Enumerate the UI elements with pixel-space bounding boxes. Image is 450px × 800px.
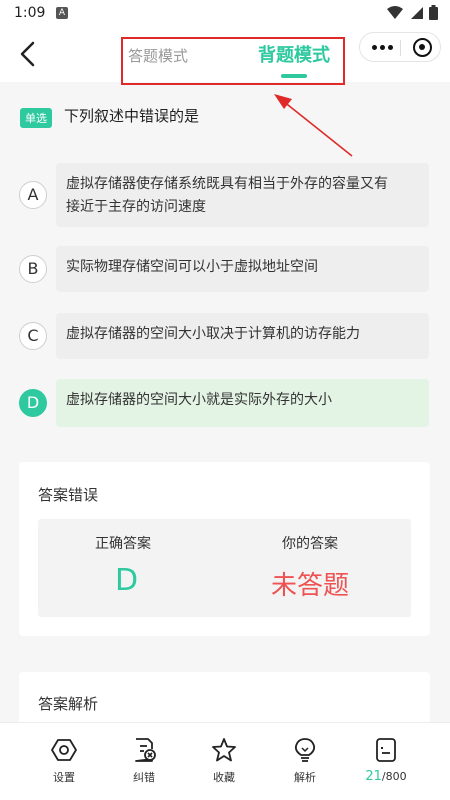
report-error-icon xyxy=(135,738,156,762)
option-a-letter[interactable]: A xyxy=(19,181,47,209)
lightbulb-icon xyxy=(294,738,316,762)
total-question-count: /800 xyxy=(381,770,407,783)
correct-answer-value: D xyxy=(115,563,139,598)
question-text: 下列叙述中错误的是 xyxy=(64,107,200,125)
tab-recite-mode[interactable]: 背题模式 xyxy=(258,41,330,67)
toolbar-favorite[interactable]: 收藏 xyxy=(194,737,254,785)
toolbar-explanation[interactable]: 解析 xyxy=(275,737,335,785)
toolbar-report-error[interactable]: 纠错 xyxy=(114,737,174,785)
bottom-toolbar: 设置 纠错 收藏 解析 21/800 xyxy=(0,722,450,800)
navigation-bar: 答题模式 背题模式 xyxy=(0,26,450,85)
more-options-icon[interactable] xyxy=(372,45,393,50)
option-a-text-line-2: 接近于主存的访问速度 xyxy=(66,199,206,215)
capsule-divider xyxy=(400,40,401,56)
option-b-letter[interactable]: B xyxy=(19,255,47,283)
active-tab-indicator xyxy=(281,74,307,78)
option-b[interactable]: 实际物理存储空间可以小于虚拟地址空间 xyxy=(56,246,429,292)
option-d-text: 虚拟存储器的空间大小就是实际外存的大小 xyxy=(66,392,332,408)
question-type-badge: 单选 xyxy=(20,108,52,128)
option-c-text: 虚拟存储器的空间大小取决于计算机的访存能力 xyxy=(66,326,360,342)
option-c-letter[interactable]: C xyxy=(19,322,47,350)
answer-comparison: 正确答案 你的答案 D 未答题 xyxy=(38,519,411,617)
your-answer-label: 你的答案 xyxy=(282,536,338,552)
your-answer-value: 未答题 xyxy=(271,571,350,601)
wifi-icon xyxy=(387,5,403,19)
toolbar-question-progress[interactable]: 21/800 xyxy=(356,737,416,784)
option-b-text: 实际物理存储空间可以小于虚拟地址空间 xyxy=(66,259,318,275)
toolbar-settings[interactable]: 设置 xyxy=(34,737,94,785)
tab-answer-mode[interactable]: 答题模式 xyxy=(128,45,188,66)
question-list-icon xyxy=(376,738,396,762)
current-question-number: 21 xyxy=(365,769,382,784)
status-time: 1:09 xyxy=(14,5,46,21)
miniprogram-capsule xyxy=(359,32,441,62)
star-icon xyxy=(212,738,236,762)
annotation-arrow xyxy=(274,94,353,157)
option-d-letter[interactable]: D xyxy=(19,389,47,417)
option-a[interactable]: 虚拟存储器使存储系统既具有相当于外存的容量又有 接近于主存的访问速度 xyxy=(56,163,429,227)
answer-result-card: 答案错误 正确答案 你的答案 D 未答题 xyxy=(19,462,430,636)
back-arrow-icon[interactable] xyxy=(16,40,40,68)
option-c[interactable]: 虚拟存储器的空间大小取决于计算机的访存能力 xyxy=(56,313,429,359)
status-bar: 1:09 A xyxy=(0,0,450,26)
battery-icon xyxy=(429,5,438,20)
close-miniprogram-icon[interactable] xyxy=(413,38,432,57)
notification-badge: A xyxy=(56,7,68,19)
toolbar-settings-label: 设置 xyxy=(53,771,75,784)
question-progress: 21/800 xyxy=(356,769,416,784)
toolbar-favorite-label: 收藏 xyxy=(213,771,235,784)
toolbar-explanation-label: 解析 xyxy=(294,771,316,784)
option-a-text-line-1: 虚拟存储器使存储系统既具有相当于外存的容量又有 xyxy=(66,176,388,192)
settings-icon xyxy=(51,739,77,761)
correct-answer-label: 正确答案 xyxy=(95,536,151,552)
answer-result-title: 答案错误 xyxy=(38,486,99,504)
explanation-title: 答案解析 xyxy=(38,695,99,713)
status-icons xyxy=(387,5,438,20)
signal-icon xyxy=(411,6,423,19)
toolbar-report-error-label: 纠错 xyxy=(133,771,155,784)
option-d[interactable]: 虚拟存储器的空间大小就是实际外存的大小 xyxy=(56,379,429,427)
